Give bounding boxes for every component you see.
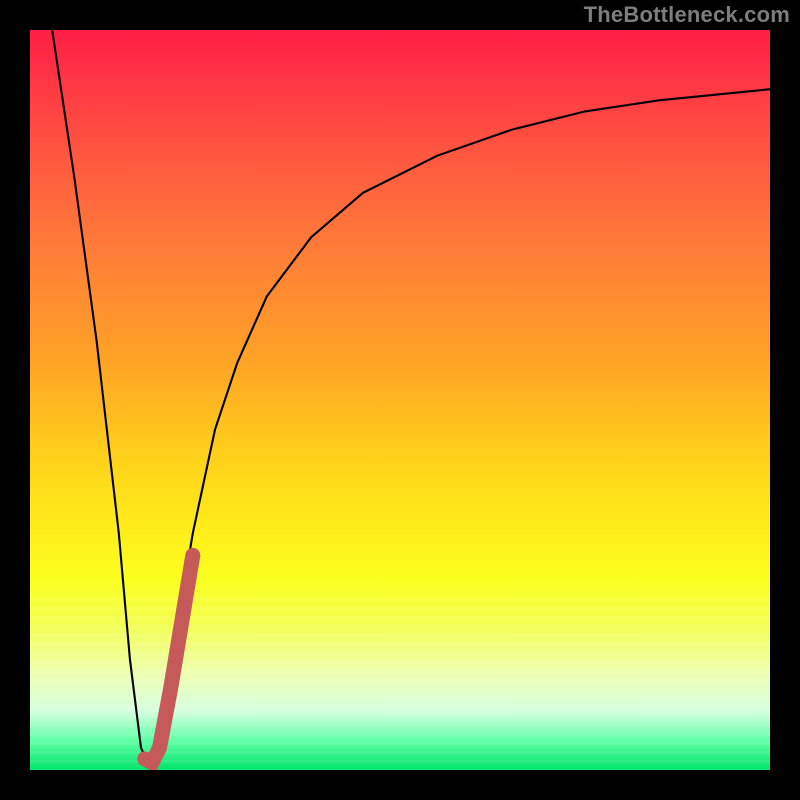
curve-layer	[30, 30, 770, 770]
chart-frame: TheBottleneck.com	[0, 0, 800, 800]
highlight-segment	[145, 555, 193, 762]
plot-area	[30, 30, 770, 770]
bottleneck-curve	[52, 30, 770, 764]
watermark-label: TheBottleneck.com	[584, 2, 790, 28]
